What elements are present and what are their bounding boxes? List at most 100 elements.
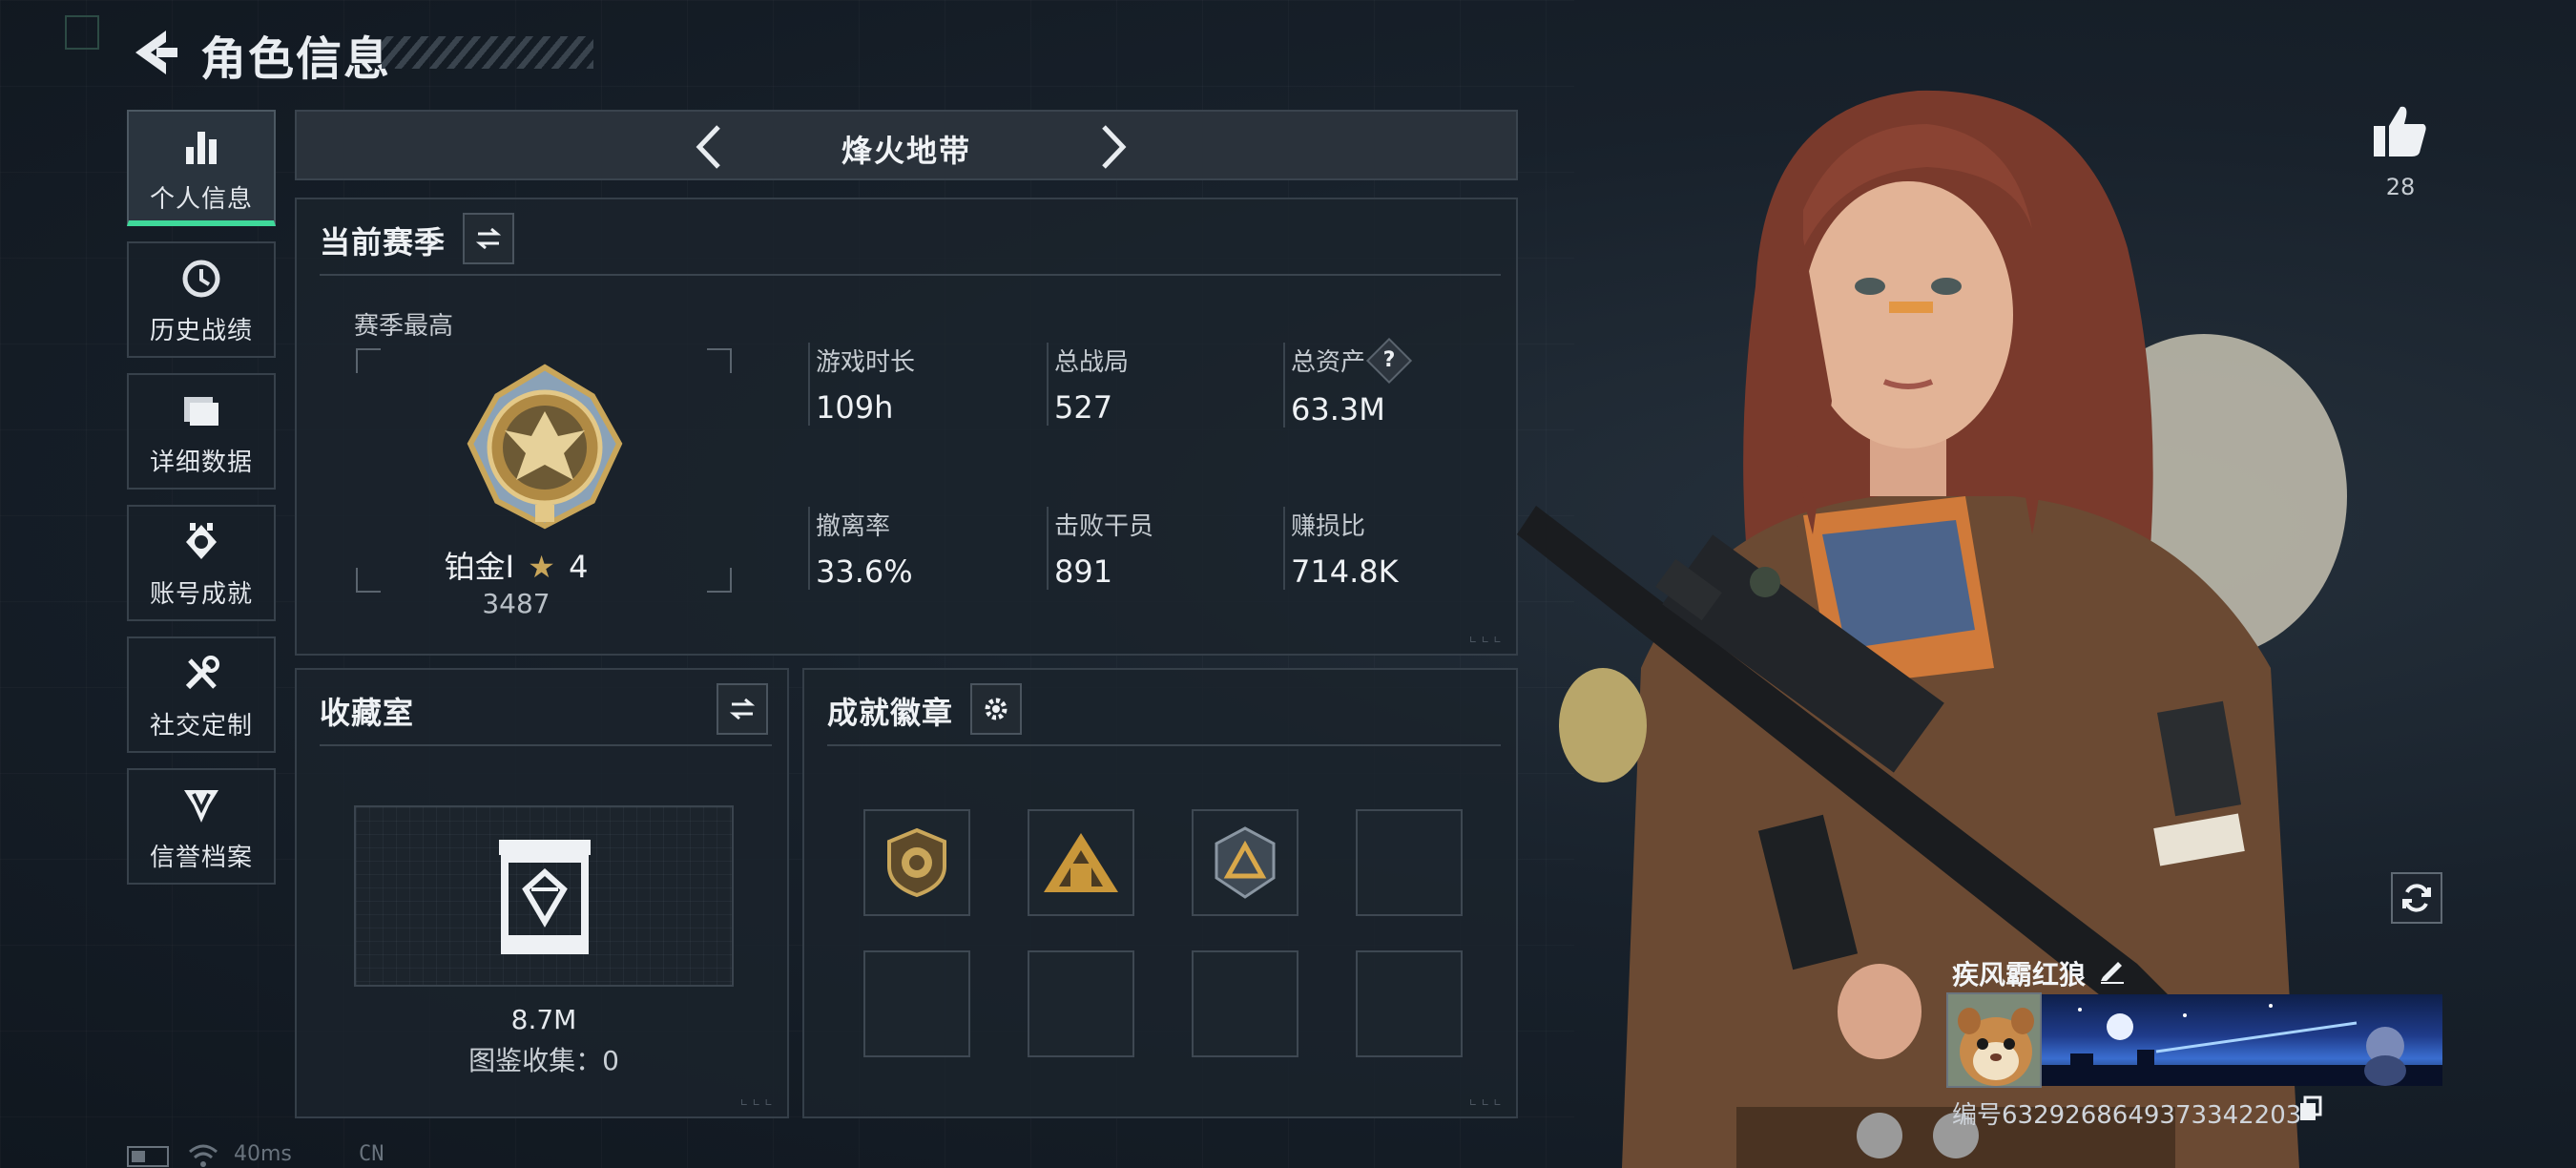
triangle-team-badge-icon xyxy=(1044,833,1118,892)
sidebar-item-label: 信誉档案 xyxy=(149,844,253,872)
sidebar-item-credit-record[interactable]: 信誉档案 xyxy=(127,768,276,885)
stat-value: 527 xyxy=(1054,389,1113,426)
history-clock-icon xyxy=(175,252,228,305)
badge-slot-empty[interactable] xyxy=(1356,809,1463,916)
sidebar-item-label: 账号成就 xyxy=(149,580,253,609)
corner-mark xyxy=(65,15,99,50)
badges-title: 成就徽章 xyxy=(827,695,954,731)
collection-display[interactable] xyxy=(354,805,734,987)
rank-score: 3487 xyxy=(482,588,551,619)
stat-label-text: 总资产 xyxy=(1291,348,1366,377)
pencil-edit-icon[interactable] xyxy=(2097,954,2128,985)
like-count: 28 xyxy=(2385,174,2416,200)
sidebar-item-label: 历史战绩 xyxy=(149,317,253,345)
corner-decoration: ⌞⌞⌞ xyxy=(1467,1089,1505,1109)
mode-switcher: 烽火地带 xyxy=(295,110,1518,180)
collection-count: 图鉴收集：0 xyxy=(468,1045,619,1076)
page-title: 角色信息 xyxy=(200,32,392,86)
stat-label: 总战局 xyxy=(1054,348,1130,377)
badges-panel: 成就徽章 ⌞⌞⌞ xyxy=(802,668,1518,1118)
shield-badge-icon xyxy=(175,779,228,832)
corner-decoration: ⌞⌞⌞ xyxy=(738,1089,776,1109)
badge-slot-empty[interactable] xyxy=(863,950,970,1057)
bar-chart-icon xyxy=(175,120,228,174)
badge-slot[interactable] xyxy=(1192,809,1298,916)
battery-icon xyxy=(127,1146,169,1167)
frame-corner xyxy=(707,348,732,373)
uid-text: CN UID:6329268649373342203_202608221529 xyxy=(359,1142,814,1168)
stat-value: 891 xyxy=(1054,553,1113,590)
swap-icon[interactable] xyxy=(717,683,768,735)
badge-slot-empty[interactable] xyxy=(1192,950,1298,1057)
screen: 角色信息 个人信息 历史战绩 详细数据 账号成就 社交定制 信誉档案 烽火地带 … xyxy=(0,0,2576,1168)
tools-icon xyxy=(175,647,228,700)
player-name: 疾风霸红狼 xyxy=(1952,959,2087,991)
sidebar-item-label: 社交定制 xyxy=(149,712,253,740)
name-card-banner xyxy=(2042,994,2442,1086)
stat-play-time: 游戏时长 109h xyxy=(808,343,915,426)
help-mark: ? xyxy=(1382,347,1396,372)
stat-total-assets: 总资产? 63.3M xyxy=(1283,337,1413,428)
stat-label: 撤离率 xyxy=(816,512,891,541)
swap-icon[interactable] xyxy=(463,213,514,264)
stat-value: 33.6% xyxy=(816,553,913,590)
divider xyxy=(320,744,772,746)
sidebar-item-label: 个人信息 xyxy=(149,185,253,214)
stat-value: 109h xyxy=(816,389,894,426)
frame-corner xyxy=(356,348,381,373)
corner-decoration: ⌞⌞⌞ xyxy=(1467,626,1505,646)
thumbs-up-icon[interactable] xyxy=(2372,103,2429,158)
badge-slot[interactable] xyxy=(863,809,970,916)
vault-icon xyxy=(495,836,594,954)
stat-label: 总资产? xyxy=(1291,337,1413,384)
stat-extraction-rate: 撤离率 33.6% xyxy=(808,507,913,590)
sidebar-item-detailed-data[interactable]: 详细数据 xyxy=(127,373,276,490)
sidebar-item-personal-info[interactable]: 个人信息 xyxy=(127,110,276,226)
help-icon[interactable]: ? xyxy=(1365,337,1413,384)
frame-corner xyxy=(707,568,732,593)
gear-icon[interactable] xyxy=(970,683,1022,735)
star-icon: ★ xyxy=(528,549,555,585)
stat-label: 游戏时长 xyxy=(816,348,916,377)
back-arrow-icon[interactable] xyxy=(124,23,181,82)
sidebar-item-social-custom[interactable]: 社交定制 xyxy=(127,636,276,753)
triangle-emblem-badge-icon xyxy=(1215,826,1276,899)
lion-badge-icon xyxy=(887,827,946,898)
ping-text: 40ms xyxy=(234,1142,292,1166)
collection-panel: 收藏室 8.7M 图鉴收集：0 ⌞⌞⌞ xyxy=(295,668,789,1118)
copy-icon[interactable] xyxy=(2297,1095,2324,1122)
season-best-label: 赛季最高 xyxy=(354,312,454,341)
player-id: 编号6329268649373342203 xyxy=(1952,1101,2302,1130)
stat-value: 63.3M xyxy=(1291,390,1385,428)
badge-slot-empty[interactable] xyxy=(1356,950,1463,1057)
chevron-right-icon[interactable] xyxy=(1089,121,1136,173)
divider xyxy=(827,744,1501,746)
collection-title: 收藏室 xyxy=(320,695,415,731)
sidebar-item-achievements[interactable]: 账号成就 xyxy=(127,505,276,621)
season-title: 当前赛季 xyxy=(320,224,447,261)
rank-name: 铂金Ⅰ xyxy=(444,549,515,585)
mode-title: 烽火地带 xyxy=(841,133,971,169)
rank-title: 铂金Ⅰ ★ 4 xyxy=(364,543,669,587)
stat-total-matches: 总战局 527 xyxy=(1047,343,1129,426)
avatar[interactable] xyxy=(1946,992,2042,1088)
title-decoration xyxy=(382,36,593,69)
rotate-refresh-icon[interactable] xyxy=(2391,872,2442,924)
stat-value: 714.8K xyxy=(1291,553,1399,590)
badge-slot-empty[interactable] xyxy=(1028,950,1134,1057)
achievement-icon xyxy=(175,515,228,569)
rank-stars: 4 xyxy=(569,549,589,585)
season-panel: 当前赛季 赛季最高 铂金Ⅰ ★ 4 3487 游戏时长 109h 总战局 527… xyxy=(295,198,1518,656)
stat-operators-defeated: 击败干员 891 xyxy=(1047,507,1153,590)
stat-label: 赚损比 xyxy=(1291,512,1366,541)
folder-icon xyxy=(175,384,228,437)
badge-slot[interactable] xyxy=(1028,809,1134,916)
wifi-icon xyxy=(188,1142,218,1168)
rank-emblem-icon xyxy=(459,362,631,533)
stat-profit-loss-ratio: 赚损比 714.8K xyxy=(1283,507,1399,590)
divider xyxy=(320,274,1501,276)
stat-label: 击败干员 xyxy=(1054,512,1154,541)
collection-value: 8.7M xyxy=(510,1004,577,1035)
sidebar-item-label: 详细数据 xyxy=(149,448,253,477)
sidebar-item-history[interactable]: 历史战绩 xyxy=(127,241,276,358)
